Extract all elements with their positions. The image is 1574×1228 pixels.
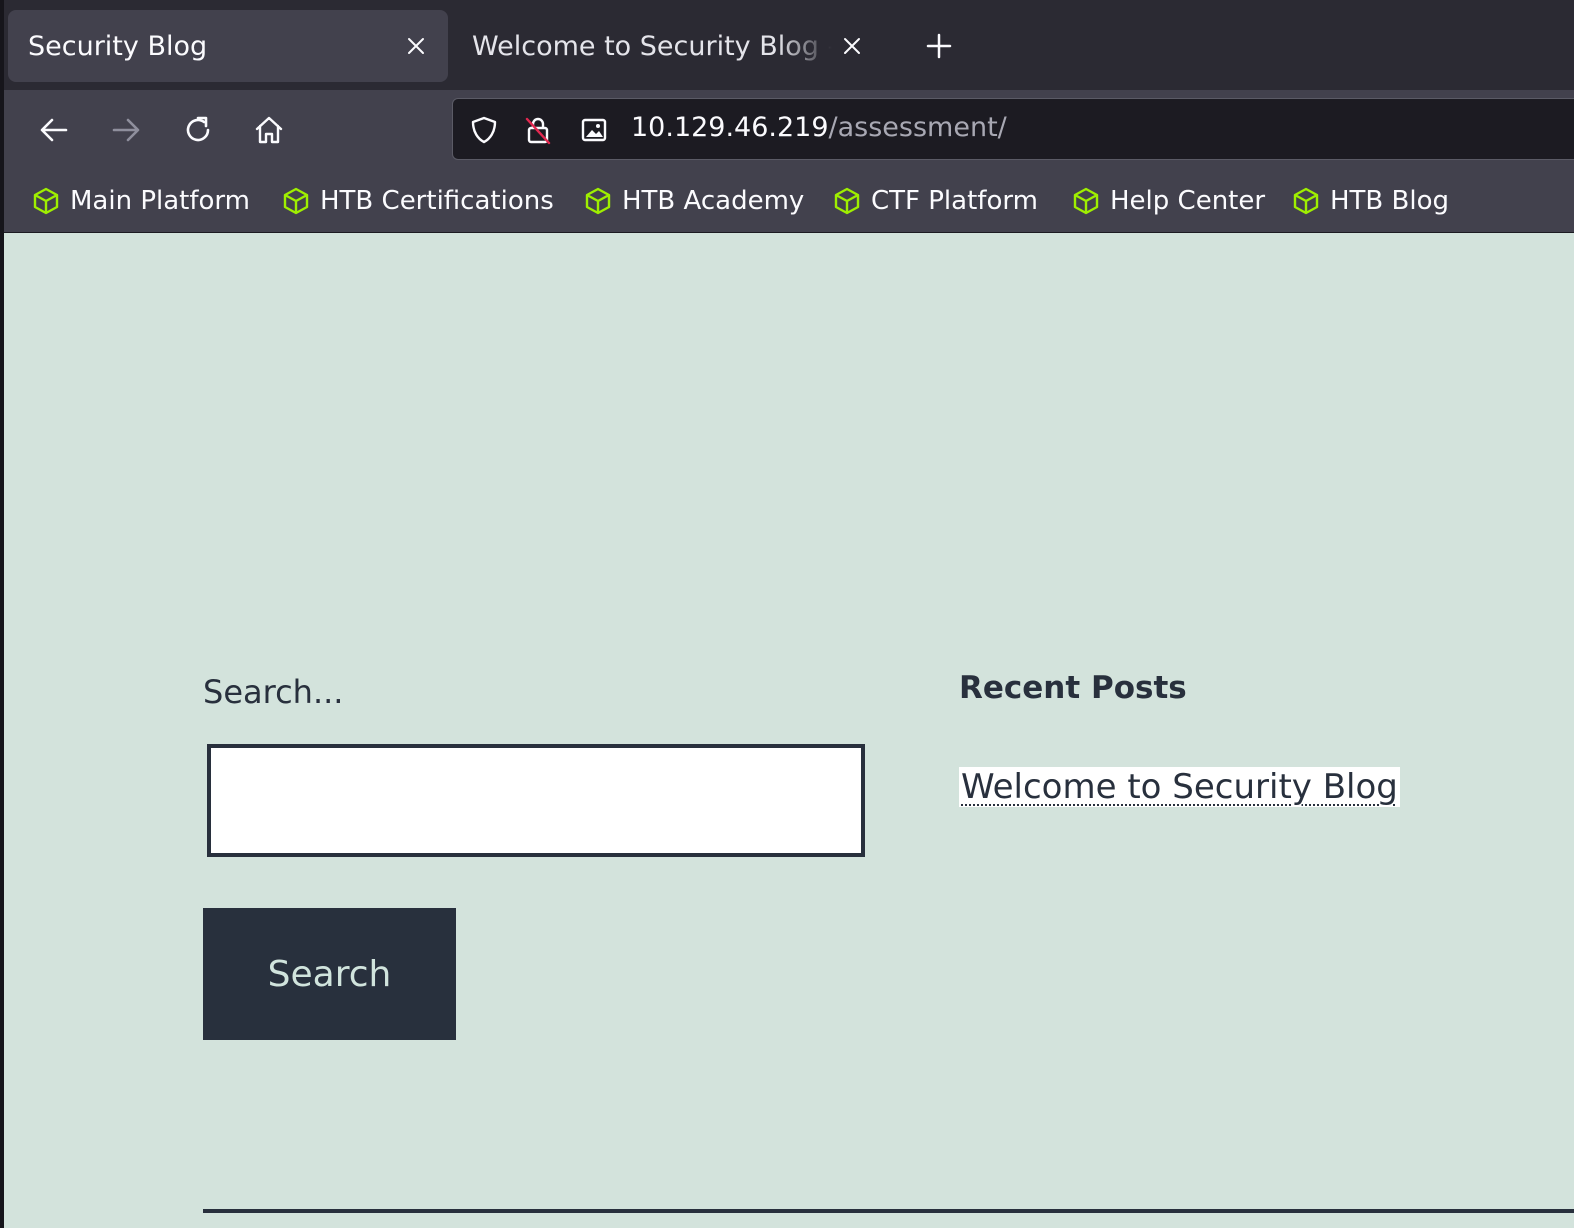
close-tab-icon[interactable]	[396, 26, 436, 66]
page-content: Search... Search Recent Posts Welcome to…	[4, 233, 1574, 1228]
cube-icon	[30, 185, 62, 217]
forward-arrow-icon	[112, 118, 140, 142]
home-icon	[255, 116, 283, 144]
bookmark-ctf-platform[interactable]: CTF Platform	[831, 182, 1038, 220]
tab-title: Welcome to Security Blog – Security Blog	[472, 30, 832, 62]
bookmark-label: Main Platform	[70, 186, 250, 216]
cube-icon	[1290, 185, 1322, 217]
tab-strip: Security Blog Welcome to Security Blog –…	[4, 0, 1574, 90]
browser-window: Security Blog Welcome to Security Blog –…	[0, 0, 1574, 1228]
cube-icon	[582, 185, 614, 217]
recent-posts-heading: Recent Posts	[959, 670, 1187, 706]
bookmarks-toolbar: Main Platform HTB Certifications HTB Aca…	[4, 170, 1574, 233]
insecure-lock-icon[interactable]	[521, 113, 555, 147]
cube-icon	[1070, 185, 1102, 217]
bookmark-htb-certifications[interactable]: HTB Certifications	[280, 182, 554, 220]
back-arrow-icon	[40, 118, 68, 142]
search-button[interactable]: Search	[203, 908, 456, 1040]
bookmark-main-platform[interactable]: Main Platform	[30, 182, 250, 220]
url-path: /assessment/	[828, 112, 1007, 143]
search-label: Search...	[203, 673, 344, 711]
reload-button[interactable]	[176, 108, 220, 152]
navigation-toolbar: 10.129.46.219/assessment/	[4, 90, 1574, 170]
tab-welcome-post[interactable]: Welcome to Security Blog – Security Blog	[456, 10, 884, 82]
footer-divider	[203, 1209, 1574, 1213]
bookmark-label: HTB Blog	[1330, 186, 1450, 216]
tab-title: Security Blog	[28, 30, 208, 62]
close-tab-icon[interactable]	[832, 26, 872, 66]
plus-icon	[926, 33, 952, 59]
bookmark-help-center[interactable]: Help Center	[1070, 182, 1265, 220]
back-button[interactable]	[32, 108, 76, 152]
bookmark-label: HTB Academy	[622, 186, 805, 216]
recent-post-link[interactable]: Welcome to Security Blog	[959, 767, 1400, 807]
bookmark-label: Help Center	[1110, 186, 1266, 216]
url-text[interactable]: 10.129.46.219/assessment/	[631, 112, 1007, 143]
page-image-icon[interactable]	[577, 113, 611, 147]
new-tab-button[interactable]	[919, 26, 959, 66]
bookmark-htb-blog[interactable]: HTB Blog	[1290, 182, 1449, 220]
bookmark-label: CTF Platform	[871, 186, 1038, 216]
url-host: 10.129.46.219	[631, 112, 829, 143]
search-input[interactable]	[207, 744, 865, 857]
reload-icon	[186, 116, 210, 142]
home-button[interactable]	[247, 108, 291, 152]
cube-icon	[831, 185, 863, 217]
cube-icon	[280, 185, 312, 217]
bookmark-label: HTB Certifications	[320, 186, 554, 216]
tab-security-blog[interactable]: Security Blog	[8, 10, 448, 82]
address-bar[interactable]: 10.129.46.219/assessment/	[452, 98, 1574, 160]
forward-button[interactable]	[104, 108, 148, 152]
bookmark-htb-academy[interactable]: HTB Academy	[582, 182, 804, 220]
tracking-protection-shield-icon[interactable]	[467, 113, 501, 147]
